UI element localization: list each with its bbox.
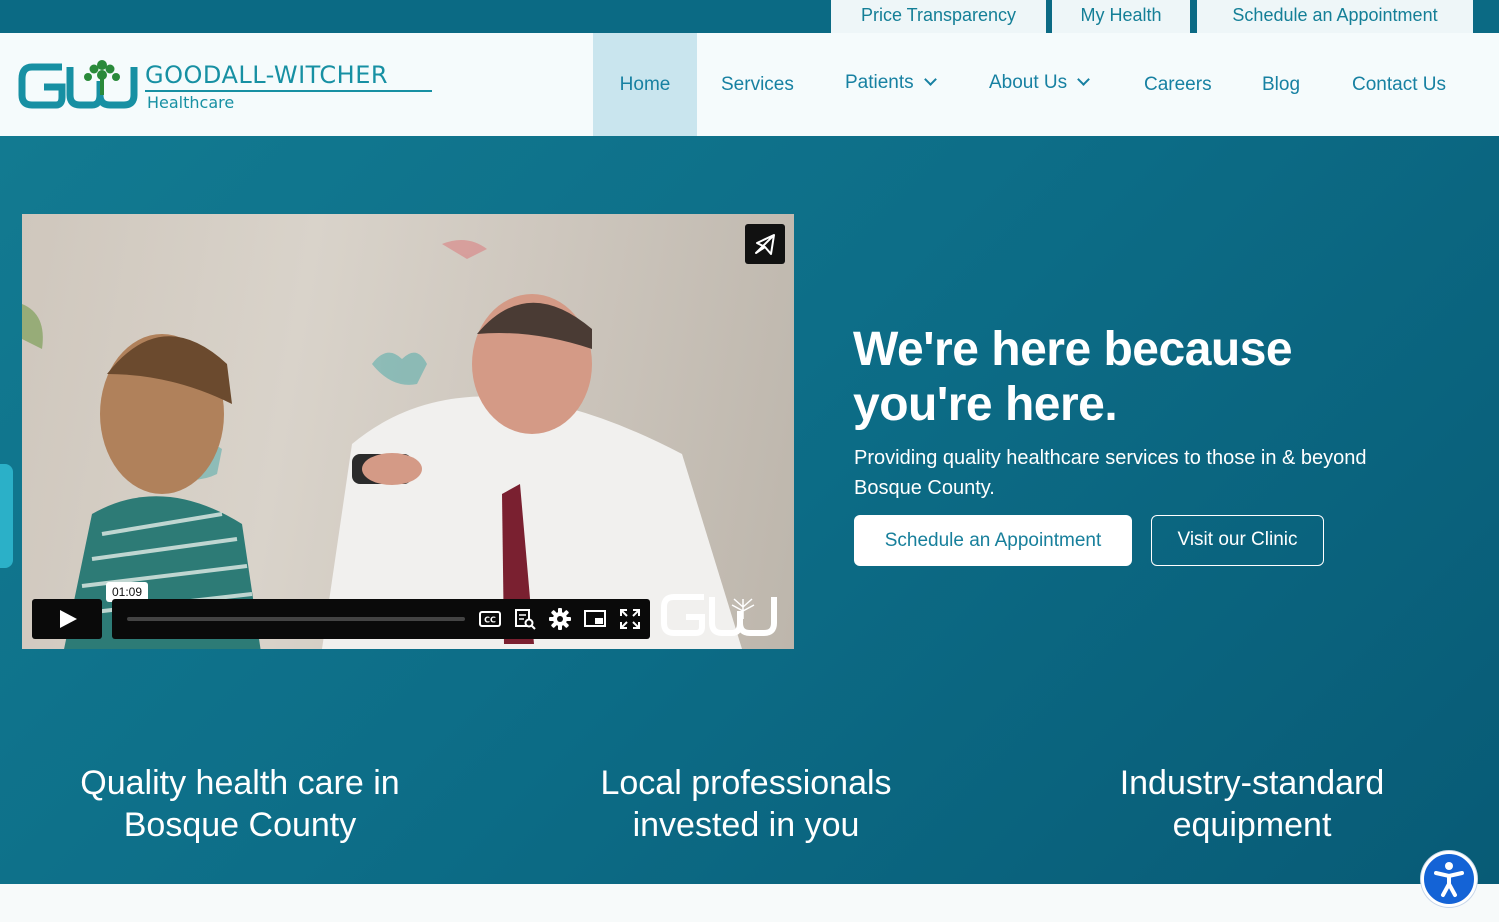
feature-equipment: Industry-standard equipment <box>1119 764 1385 844</box>
send-icon <box>755 234 775 255</box>
chevron-down-icon <box>923 73 937 86</box>
logo-divider <box>145 90 432 92</box>
site-logo[interactable]: GOODALL-WITCHER Healthcare <box>18 57 438 117</box>
side-feedback-tab[interactable] <box>0 464 13 568</box>
play-icon <box>60 610 77 628</box>
feature-quality-care: Quality health care in Bosque County <box>80 764 400 844</box>
price-transparency-link[interactable]: Price Transparency <box>831 0 1046 33</box>
nav-about-us-label: About Us <box>989 72 1068 93</box>
site-header: GOODALL-WITCHER Healthcare Home Services… <box>0 33 1499 136</box>
nav-contact-us[interactable]: Contact Us <box>1352 33 1446 136</box>
chevron-down-icon <box>1077 73 1091 86</box>
transcript-search-button[interactable] <box>513 607 537 631</box>
video-watermark-logo <box>661 594 777 636</box>
feature-local-professionals: Local professionals invested in you <box>600 764 892 844</box>
logo-name: GOODALL-WITCHER <box>145 61 389 89</box>
closed-captions-button[interactable]: CC <box>478 607 502 631</box>
nav-home[interactable]: Home <box>593 33 697 136</box>
utility-bar: Price Transparency My Health Schedule an… <box>0 0 1499 33</box>
share-button[interactable] <box>745 224 785 264</box>
accessibility-button[interactable] <box>1421 851 1477 907</box>
svg-text:CC: CC <box>484 616 496 625</box>
nav-services[interactable]: Services <box>721 33 794 136</box>
gw-monogram-icon <box>18 60 138 109</box>
fullscreen-icon <box>620 609 640 629</box>
video-control-bar: CC <box>112 599 650 639</box>
hero-subtitle: Providing quality healthcare services to… <box>854 447 1367 499</box>
nav-blog[interactable]: Blog <box>1262 33 1300 136</box>
transcript-search-icon <box>515 609 536 630</box>
hero-headline: We're here because you're here. <box>853 323 1293 431</box>
accessibility-icon <box>1434 862 1464 897</box>
schedule-appointment-link[interactable]: Schedule an Appointment <box>1197 0 1473 33</box>
hero-section: 01:09 CC We're here because you're here.… <box>0 136 1499 884</box>
video-player[interactable]: 01:09 CC <box>22 214 794 649</box>
visit-clinic-button[interactable]: Visit our Clinic <box>1151 515 1324 566</box>
picture-in-picture-button[interactable] <box>583 607 607 631</box>
schedule-appointment-button[interactable]: Schedule an Appointment <box>854 515 1132 566</box>
video-progress-bar[interactable] <box>127 617 465 621</box>
picture-in-picture-icon <box>584 610 606 627</box>
fullscreen-button[interactable] <box>618 607 642 631</box>
nav-patients[interactable]: Patients <box>845 31 937 134</box>
nav-patients-label: Patients <box>845 72 914 93</box>
nav-careers[interactable]: Careers <box>1144 33 1212 136</box>
gear-icon <box>549 608 571 630</box>
my-health-link[interactable]: My Health <box>1052 0 1190 33</box>
closed-captions-icon: CC <box>479 611 501 627</box>
logo-subtitle: Healthcare <box>147 93 235 112</box>
nav-about-us[interactable]: About Us <box>989 31 1091 134</box>
settings-button[interactable] <box>548 607 572 631</box>
play-button[interactable] <box>32 599 102 639</box>
